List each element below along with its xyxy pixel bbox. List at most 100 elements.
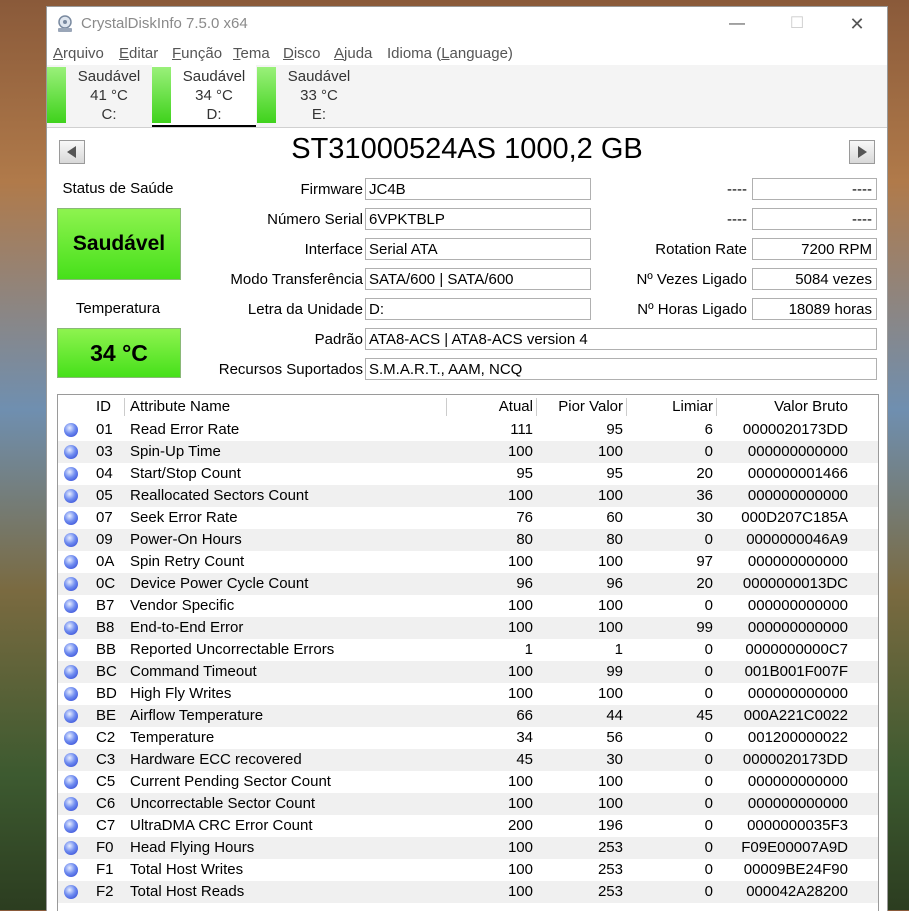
menu-arquivo[interactable]: Arquivo	[53, 45, 104, 62]
table-row[interactable]: 09 Power-On Hours 80 80 0 0000000046A9	[58, 529, 878, 551]
table-row[interactable]: 0C Device Power Cycle Count 96 96 20 00000000…	[58, 573, 878, 595]
attr-name: Device Power Cycle Count	[130, 575, 309, 592]
temperature-badge[interactable]: 34 °C	[57, 328, 181, 378]
status-good-icon	[64, 423, 78, 437]
table-row[interactable]: C2 Temperature 34 56 0 001200000022	[58, 727, 878, 749]
attr-threshold: 0	[704, 531, 713, 548]
attr-raw: 0000000035F3	[747, 817, 848, 834]
attr-raw: 000000000000	[747, 553, 848, 570]
header-pior-valor[interactable]: Pior Valor	[538, 395, 623, 419]
unknown-label-1: ----	[727, 181, 747, 198]
health-indicator	[47, 67, 66, 123]
window-title: CrystalDiskInfo 7.5.0 x64	[81, 15, 248, 32]
attr-name: Power-On Hours	[130, 531, 242, 548]
attr-name: Start/Stop Count	[130, 465, 241, 482]
attr-worst: 100	[597, 487, 623, 504]
drive-letter: C:	[101, 106, 117, 123]
attr-raw: 000A221C0022	[743, 707, 848, 724]
minimize-button[interactable]: —	[715, 11, 759, 37]
attr-raw: 0000000046A9	[746, 531, 848, 548]
maximize-button[interactable]: ☐	[775, 11, 819, 37]
table-row[interactable]: C6 Uncorrectable Sector Count 100 100 0 00000…	[58, 793, 878, 815]
header-attribute-name[interactable]: Attribute Name	[130, 395, 450, 419]
status-good-icon	[64, 511, 78, 525]
menu-disco[interactable]: Disco	[283, 45, 321, 62]
table-row[interactable]: B8 End-to-End Error 100 100 99 000000000000	[58, 617, 878, 639]
attr-worst: 100	[597, 685, 623, 702]
attr-threshold: 0	[704, 795, 713, 812]
smart-attributes-table[interactable]: ID Attribute Name Atual Pior Valor Limia…	[57, 394, 879, 911]
table-row[interactable]: BC Command Timeout 100 99 0 001B001F007F	[58, 661, 878, 683]
attr-threshold: 0	[704, 773, 713, 790]
attr-raw: F09E00007A9D	[741, 839, 848, 856]
attr-threshold: 0	[704, 641, 713, 658]
table-row[interactable]: 01 Read Error Rate 111 95 6 0000020173DD	[58, 419, 878, 441]
health-indicator	[257, 67, 276, 123]
attr-name: Temperature	[130, 729, 215, 746]
attr-raw: 0000000000C7	[745, 641, 848, 658]
header-atual[interactable]: Atual	[448, 395, 533, 419]
menu-tema[interactable]: Tema	[233, 45, 270, 62]
menu-funcao[interactable]: Função	[172, 45, 222, 62]
attr-current: 100	[507, 861, 533, 878]
attr-raw: 000000000000	[747, 619, 848, 636]
drive-temp: 41 °C	[90, 87, 128, 104]
table-row[interactable]: F0 Head Flying Hours 100 253 0 F09E00007A9D	[58, 837, 878, 859]
attr-worst: 100	[597, 553, 623, 570]
table-row[interactable]: 0A Spin Retry Count 100 100 97 000000000000	[58, 551, 878, 573]
menu-ajuda[interactable]: Ajuda	[334, 45, 372, 62]
header-limiar[interactable]: Limiar	[628, 395, 713, 419]
attr-raw: 000D207C185A	[741, 509, 848, 526]
drive-tab-d[interactable]: Saudável 34 °C D:	[152, 65, 256, 127]
table-row[interactable]: F2 Total Host Reads 100 253 0 000042A28200	[58, 881, 878, 903]
attr-current: 100	[507, 839, 533, 856]
interface-label: Interface	[304, 241, 363, 258]
table-row[interactable]: BD High Fly Writes 100 100 0 000000000000	[58, 683, 878, 705]
header-valor-bruto[interactable]: Valor Bruto	[718, 395, 848, 419]
attr-threshold: 20	[696, 575, 713, 592]
table-header: ID Attribute Name Atual Pior Valor Limia…	[58, 395, 878, 419]
table-row[interactable]: C5 Current Pending Sector Count 100 100 0 000…	[58, 771, 878, 793]
attr-current: 100	[507, 553, 533, 570]
attr-worst: 56	[606, 729, 623, 746]
attr-worst: 196	[597, 817, 623, 834]
status-good-icon	[64, 775, 78, 789]
attr-raw: 001200000022	[747, 729, 848, 746]
next-disk-button[interactable]	[849, 140, 875, 164]
drive-tab-c[interactable]: Saudável 41 °C C:	[47, 65, 151, 125]
menu-editar[interactable]: Editar	[119, 45, 158, 62]
table-row[interactable]: C7 UltraDMA CRC Error Count 200 196 0 0000000…	[58, 815, 878, 837]
attr-worst: 100	[597, 795, 623, 812]
menu-idioma[interactable]: Idioma (Language)	[387, 45, 513, 62]
attr-threshold: 0	[704, 861, 713, 878]
table-row[interactable]: B7 Vendor Specific 100 100 0 000000000000	[58, 595, 878, 617]
attr-threshold: 0	[704, 663, 713, 680]
table-row[interactable]: F1 Total Host Writes 100 253 0 00009BE24F90	[58, 859, 878, 881]
status-good-icon	[64, 687, 78, 701]
table-body: 01 Read Error Rate 111 95 6 0000020173DD 03 Spi…	[58, 419, 878, 903]
attr-threshold: 0	[704, 729, 713, 746]
attr-current: 66	[516, 707, 533, 724]
table-row[interactable]: 07 Seek Error Rate 76 60 30 000D207C185A	[58, 507, 878, 529]
attr-raw: 0000000013DC	[742, 575, 848, 592]
serial-label: Número Serial	[267, 211, 363, 228]
transfer-mode-value: SATA/600 | SATA/600	[365, 268, 591, 290]
attr-worst: 44	[606, 707, 623, 724]
attr-threshold: 0	[704, 751, 713, 768]
drive-tab-e[interactable]: Saudável 33 °C E:	[257, 65, 361, 125]
drive-letter: E:	[311, 106, 327, 123]
close-button[interactable]: ✕	[835, 11, 879, 37]
attr-name: High Fly Writes	[130, 685, 232, 702]
app-window: CrystalDiskInfo 7.5.0 x64 — ☐ ✕ Arquivo …	[46, 6, 888, 911]
table-row[interactable]: BE Airflow Temperature 66 44 45 000A221C0022	[58, 705, 878, 727]
attr-raw: 000000000000	[747, 443, 848, 460]
health-status-badge[interactable]: Saudável	[57, 208, 181, 280]
health-indicator	[152, 67, 171, 123]
table-row[interactable]: 03 Spin-Up Time 100 100 0 000000000000	[58, 441, 878, 463]
status-good-icon	[64, 643, 78, 657]
table-row[interactable]: C3 Hardware ECC recovered 45 30 0 0000020173D…	[58, 749, 878, 771]
title-bar: CrystalDiskInfo 7.5.0 x64 — ☐ ✕	[47, 7, 887, 41]
table-row[interactable]: 05 Reallocated Sectors Count 100 100 36 00000…	[58, 485, 878, 507]
table-row[interactable]: 04 Start/Stop Count 95 95 20 000000001466	[58, 463, 878, 485]
table-row[interactable]: BB Reported Uncorrectable Errors 1 1 0 000000…	[58, 639, 878, 661]
